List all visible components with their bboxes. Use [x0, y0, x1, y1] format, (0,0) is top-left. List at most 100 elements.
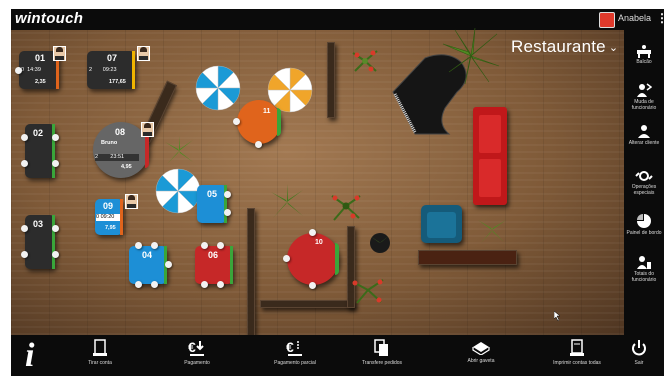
wall-lower-left: [247, 208, 255, 338]
seat: [135, 281, 142, 288]
bottom-label: Pagamento: [184, 360, 210, 366]
seat: [21, 225, 28, 232]
info-icon[interactable]: i: [25, 337, 34, 375]
table-number: 11: [263, 108, 271, 115]
table-05[interactable]: 05: [197, 185, 231, 223]
top-bar: wintouch Anabela ⋮: [11, 9, 664, 30]
exit-button[interactable]: Sair: [619, 339, 659, 366]
umbrella-icon: [155, 168, 201, 214]
side-label: Operações especiais: [631, 184, 657, 196]
pagamento-button[interactable]: € Pagamento: [152, 339, 242, 366]
waiter-avatar: [141, 122, 154, 137]
seat: [217, 281, 224, 288]
table-number: 05: [207, 189, 218, 199]
room-selector[interactable]: Restaurante ⌄: [511, 37, 618, 57]
seat: [21, 251, 28, 258]
seat: [283, 255, 290, 262]
seat: [233, 118, 240, 125]
change-employee-icon: [637, 83, 652, 97]
tirar-conta-button[interactable]: Tirar conta: [55, 339, 145, 366]
table-10[interactable]: 10: [283, 229, 339, 289]
table-amount: 2,35: [35, 79, 46, 85]
palm-plant-icon: [442, 27, 500, 85]
employee-totals-button[interactable]: Totais do funcionário: [624, 254, 664, 283]
table-number: 07: [107, 53, 118, 63]
seat: [151, 281, 158, 288]
fern-plant-icon: [271, 184, 303, 218]
table-time: 2 23:51: [95, 154, 139, 161]
transfer-orders-icon: [374, 339, 388, 356]
table-03[interactable]: 03: [21, 215, 59, 269]
table-11[interactable]: 11: [233, 100, 281, 148]
table-number: 06: [208, 250, 219, 260]
fern-plant-icon: [165, 136, 193, 164]
table-amount: 177,65: [109, 79, 126, 85]
open-drawer-icon: [472, 342, 490, 355]
bottom-label: Transfere pedidos: [361, 360, 403, 366]
change-client-button[interactable]: Alterar cliente: [624, 123, 664, 146]
bottom-label: Abrir gaveta: [467, 358, 495, 364]
bottom-label: Sair: [634, 360, 644, 366]
seat: [224, 209, 231, 216]
potted-plant-icon: [370, 233, 390, 253]
floor-plan: Restaurante ⌄ 01 0 14:39 2,35 07 2 09:23…: [11, 27, 624, 338]
table-guest-count: 2: [95, 154, 99, 160]
seat: [21, 160, 28, 167]
more-menu-icon[interactable]: ⋮: [656, 11, 664, 25]
table-09[interactable]: 09 0 09:20 7,95: [95, 199, 123, 235]
change-employee-button[interactable]: Muda de funcionário: [624, 82, 664, 111]
side-panel: Balcão Muda de funcionário Alterar clien…: [624, 30, 664, 335]
seat: [135, 242, 142, 249]
table-07[interactable]: 07 2 09:23 177,65: [87, 51, 135, 89]
counter-icon: [637, 45, 651, 58]
special-operations-icon: [635, 171, 653, 181]
flower-plant-icon: [352, 50, 378, 72]
waiter-avatar: [137, 46, 150, 61]
bottom-label: Pagamento parcial: [274, 360, 316, 366]
wall-lower-bottom: [260, 300, 354, 308]
flower-plant-icon: [352, 279, 384, 304]
imprimir-contas-todas-button[interactable]: Imprimir contas todas: [532, 339, 622, 366]
table-number: 08: [115, 127, 126, 137]
room-name: Restaurante: [511, 37, 606, 56]
transfere-pedidos-button[interactable]: Transfere pedidos: [337, 339, 427, 366]
table-amount: 7,95: [105, 225, 116, 231]
bottom-label: Imprimir contas todas: [553, 360, 601, 366]
counter-button[interactable]: Balcão: [624, 44, 664, 65]
status-stripe: [52, 215, 55, 269]
side-label: Totais do funcionário: [631, 271, 657, 283]
pagamento-parcial-button[interactable]: € Pagamento parcial: [250, 339, 340, 366]
svg-text:€: €: [286, 339, 294, 355]
status-stripe: [335, 243, 339, 275]
red-sofa: [473, 107, 507, 205]
seat: [52, 160, 59, 167]
side-label: Painel de bordo: [626, 230, 662, 236]
mouse-cursor-icon: [554, 311, 561, 321]
print-all-icon: [570, 339, 584, 356]
table-number: 03: [33, 219, 44, 229]
table-time-value: 09:20: [100, 214, 115, 220]
seat: [52, 225, 59, 232]
table-02[interactable]: 02: [21, 124, 59, 178]
table-06[interactable]: 06: [195, 242, 233, 288]
table-04[interactable]: 04: [129, 242, 172, 288]
table-guest-count: 0: [96, 214, 100, 220]
status-stripe: [132, 51, 135, 89]
dashboard-button[interactable]: Painel de bordo: [624, 213, 664, 236]
side-label: Alterar cliente: [628, 140, 660, 146]
seat: [255, 141, 262, 148]
teal-armchair: [421, 205, 462, 243]
special-operations-button[interactable]: Operações especiais: [624, 169, 664, 196]
user-name[interactable]: Anabela: [618, 13, 651, 23]
table-guest-count: 2: [89, 67, 93, 73]
seat: [309, 229, 316, 236]
employee-totals-icon: [637, 256, 651, 269]
seat: [151, 242, 158, 249]
payment-icon: €: [188, 339, 204, 356]
user-avatar[interactable]: [599, 12, 615, 28]
dashboard-icon: [637, 214, 651, 228]
table-time: 2 09:23: [89, 67, 133, 74]
receipt-icon: [93, 339, 107, 356]
abrir-gaveta-button[interactable]: Abrir gaveta: [436, 339, 526, 364]
bottom-bar: i Tirar conta € Pagamento € Pagamento pa…: [11, 335, 664, 376]
